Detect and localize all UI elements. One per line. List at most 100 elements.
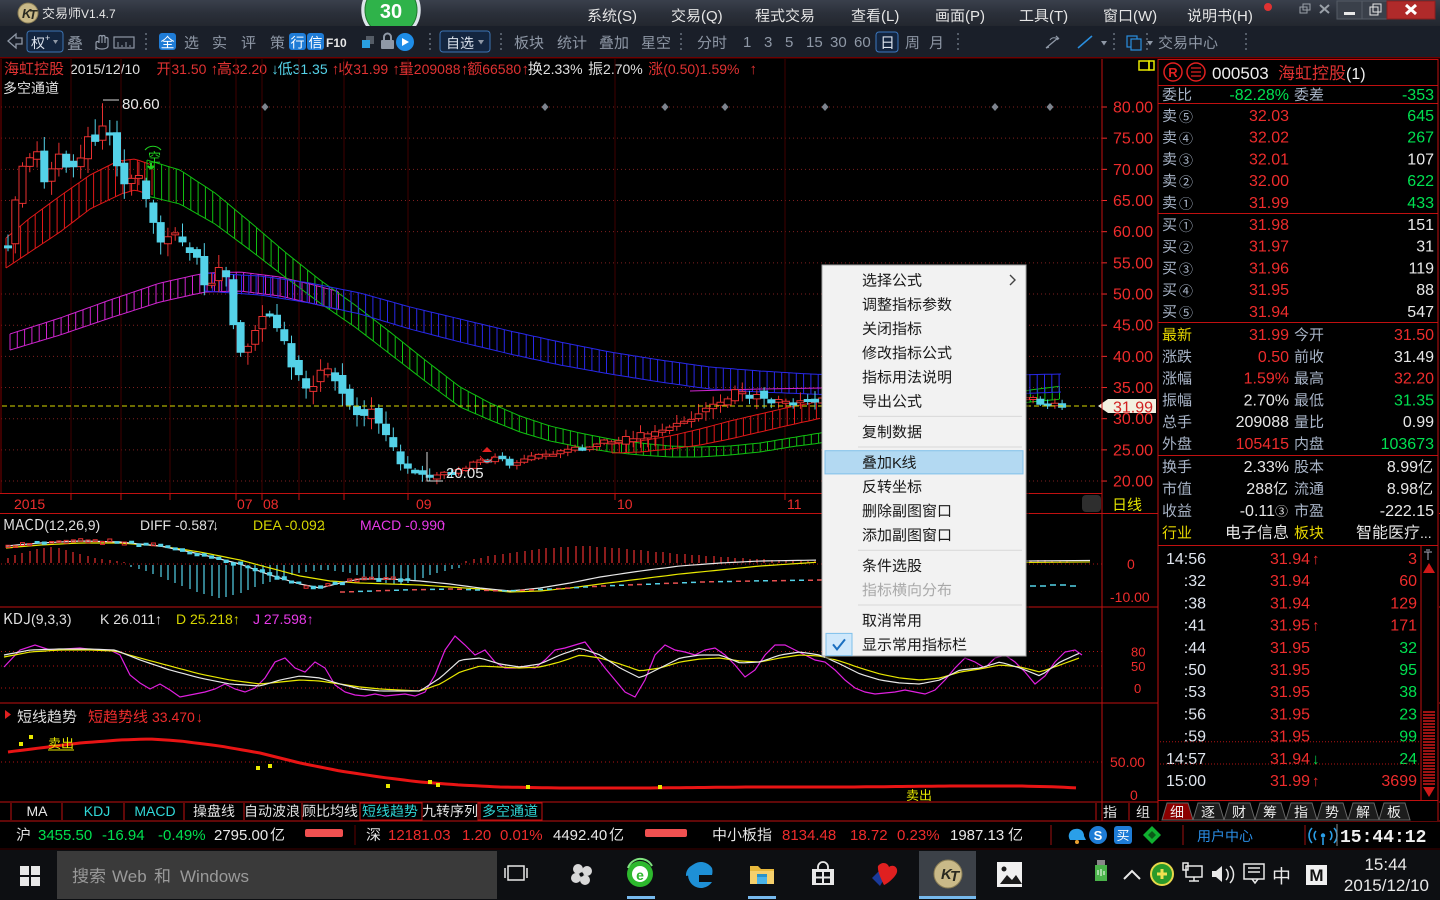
svg-text:209088: 209088 xyxy=(414,61,461,77)
svg-text:547: 547 xyxy=(1407,304,1434,321)
svg-text:(L): (L) xyxy=(881,8,899,25)
svg-text:↓: ↓ xyxy=(320,517,327,533)
svg-text:F10: F10 xyxy=(326,36,347,50)
svg-text:08: 08 xyxy=(263,496,279,512)
svg-text:-353: -353 xyxy=(1402,87,1434,104)
svg-text:MACD -0.990: MACD -0.990 xyxy=(360,517,445,533)
svg-text:12181.03: 12181.03 xyxy=(388,827,451,844)
svg-text::53: :53 xyxy=(1184,684,1206,701)
svg-text:K 26.011↑: K 26.011↑ xyxy=(100,611,162,627)
svg-text:31.94: 31.94 xyxy=(1270,751,1310,768)
svg-text:80.00: 80.00 xyxy=(1113,100,1153,117)
svg-text:30: 30 xyxy=(380,1,402,23)
svg-text:209088: 209088 xyxy=(1236,414,1289,431)
svg-text:↑: ↑ xyxy=(332,61,340,78)
svg-text:3455.50: 3455.50 xyxy=(38,827,92,844)
svg-text:↓: ↓ xyxy=(196,709,203,725)
svg-text:09: 09 xyxy=(416,496,432,512)
svg-text:07: 07 xyxy=(237,496,253,512)
svg-text:31.99: 31.99 xyxy=(353,61,388,77)
svg-text:30: 30 xyxy=(830,34,847,51)
svg-text:↑: ↑ xyxy=(211,61,219,78)
svg-text:38: 38 xyxy=(1399,684,1417,701)
svg-text:31.35: 31.35 xyxy=(293,61,328,77)
svg-text:3: 3 xyxy=(764,34,772,51)
svg-text:3: 3 xyxy=(1408,551,1417,568)
svg-text:MA: MA xyxy=(27,803,49,819)
svg-text:3699: 3699 xyxy=(1381,773,1417,790)
svg-text:0.50: 0.50 xyxy=(1258,349,1289,366)
svg-text:MACD: MACD xyxy=(134,803,175,819)
svg-text:31.95: 31.95 xyxy=(1270,662,1310,679)
svg-text:31.50: 31.50 xyxy=(171,61,206,77)
svg-text:31.95: 31.95 xyxy=(1270,684,1310,701)
svg-text:8.98: 8.98 xyxy=(1387,481,1418,498)
svg-text:622: 622 xyxy=(1407,173,1434,190)
svg-text:14:57: 14:57 xyxy=(1166,751,1206,768)
svg-text:KDJ: KDJ xyxy=(84,803,110,819)
svg-text:1: 1 xyxy=(743,34,751,51)
svg-text:32.02: 32.02 xyxy=(1249,130,1289,147)
svg-text:0: 0 xyxy=(1134,681,1141,696)
svg-text:Web: Web xyxy=(112,867,147,886)
svg-text:45.00: 45.00 xyxy=(1113,318,1153,335)
svg-text:433: 433 xyxy=(1407,195,1434,212)
svg-text:(H): (H) xyxy=(1232,8,1253,25)
svg-text:23: 23 xyxy=(1399,706,1417,723)
svg-text:31.94: 31.94 xyxy=(1249,304,1289,321)
svg-text:2015: 2015 xyxy=(14,496,45,512)
svg-text:95: 95 xyxy=(1399,662,1417,679)
svg-text:4492.40: 4492.40 xyxy=(553,827,607,844)
svg-text:K: K xyxy=(892,455,902,472)
svg-text:2.70%: 2.70% xyxy=(1244,392,1289,409)
svg-text:0: 0 xyxy=(1130,787,1138,803)
svg-text:31.35: 31.35 xyxy=(1394,392,1434,409)
svg-text:2.70%: 2.70% xyxy=(603,61,643,77)
svg-text:↑: ↑ xyxy=(1312,551,1320,568)
svg-text:1.20: 1.20 xyxy=(462,827,491,844)
svg-text:↑: ↑ xyxy=(521,61,529,78)
svg-text:31.94: 31.94 xyxy=(1270,595,1310,612)
svg-text:31.95: 31.95 xyxy=(1270,729,1310,746)
svg-text:31.99: 31.99 xyxy=(1270,773,1310,790)
svg-text:151: 151 xyxy=(1407,217,1434,234)
svg-text:+: + xyxy=(45,33,50,43)
svg-text:15:00: 15:00 xyxy=(1166,773,1206,790)
svg-text:31.95: 31.95 xyxy=(1249,282,1289,299)
svg-text:31.50: 31.50 xyxy=(1394,327,1434,344)
svg-text:2.33%: 2.33% xyxy=(1244,459,1289,476)
svg-text:75.00: 75.00 xyxy=(1113,131,1153,148)
svg-text:2015/12/10: 2015/12/10 xyxy=(70,61,140,77)
svg-text:32.00: 32.00 xyxy=(1249,173,1289,190)
svg-text:000503: 000503 xyxy=(1212,64,1269,83)
svg-text:80.60: 80.60 xyxy=(122,96,160,113)
svg-text:88: 88 xyxy=(1416,282,1434,299)
svg-text::41: :41 xyxy=(1184,618,1206,635)
svg-text:8134.48: 8134.48 xyxy=(782,827,836,844)
svg-text:107: 107 xyxy=(1407,151,1434,168)
svg-text:31.99: 31.99 xyxy=(1113,400,1153,417)
svg-text:Windows: Windows xyxy=(180,867,249,886)
svg-text:(T): (T) xyxy=(1049,8,1068,25)
svg-text:↑: ↑ xyxy=(749,61,757,78)
svg-text:66580: 66580 xyxy=(482,61,521,77)
svg-text::32: :32 xyxy=(1184,573,1206,590)
svg-text:2795.00: 2795.00 xyxy=(214,827,268,844)
svg-text:288: 288 xyxy=(1246,481,1273,498)
svg-text:1987.13: 1987.13 xyxy=(950,827,1004,844)
svg-text:103673: 103673 xyxy=(1381,436,1434,453)
svg-text:60.00: 60.00 xyxy=(1113,224,1153,241)
svg-text:32.03: 32.03 xyxy=(1249,108,1289,125)
svg-text:...: ... xyxy=(1420,525,1432,541)
svg-text:0.01%: 0.01% xyxy=(500,827,543,844)
svg-text:70.00: 70.00 xyxy=(1113,162,1153,179)
svg-text:(Q): (Q) xyxy=(701,8,723,25)
svg-text:31: 31 xyxy=(1416,239,1434,256)
svg-text:20.00: 20.00 xyxy=(1113,474,1153,491)
svg-text::59: :59 xyxy=(1184,729,1206,746)
svg-text::50: :50 xyxy=(1184,662,1206,679)
svg-text:↑: ↑ xyxy=(392,61,400,78)
svg-text:55.00: 55.00 xyxy=(1113,255,1153,272)
svg-text:80: 80 xyxy=(1131,645,1145,660)
svg-text:31.98: 31.98 xyxy=(1249,217,1289,234)
